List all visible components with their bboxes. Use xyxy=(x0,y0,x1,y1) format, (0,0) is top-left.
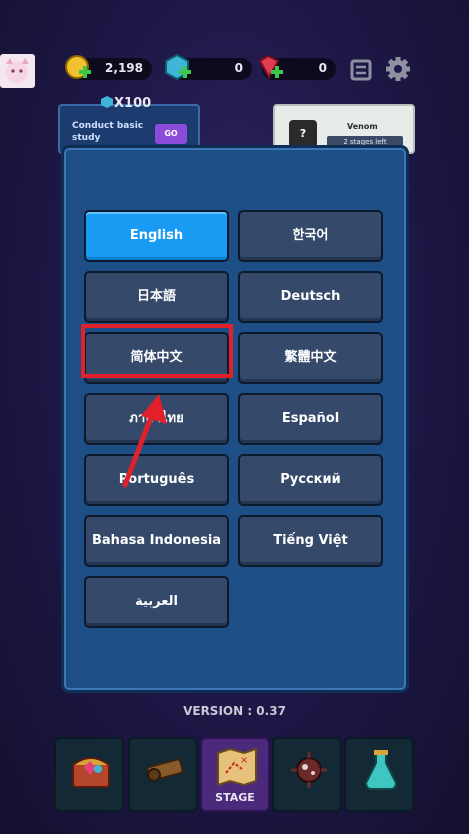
svg-text:×: × xyxy=(240,755,248,766)
coin-counter: 2,198 xyxy=(65,55,152,80)
telescope-icon xyxy=(146,758,184,782)
quest-reward: X100 xyxy=(100,95,151,111)
map-icon: × xyxy=(217,747,257,787)
language-option-vietnamese[interactable]: Tiếng Việt xyxy=(238,515,383,567)
language-option-japanese[interactable]: 日本語 xyxy=(84,271,229,323)
gem-counter: 0 xyxy=(165,53,252,81)
gem-value: 0 xyxy=(234,61,243,75)
ruby-icon xyxy=(258,54,283,80)
ruby-value: 0 xyxy=(318,61,327,75)
potion-icon xyxy=(364,750,398,790)
language-option-russian[interactable]: Русский xyxy=(238,454,383,506)
language-option-spanish[interactable]: Español xyxy=(238,393,383,445)
quest-go-button[interactable]: GO xyxy=(155,124,187,144)
nav-equipment[interactable] xyxy=(128,737,198,812)
nav-shop[interactable] xyxy=(54,737,124,812)
boss-name: Venom xyxy=(347,122,378,131)
language-option-german[interactable]: Deutsch xyxy=(238,271,383,323)
version-label: VERSION : 0.37 xyxy=(183,704,286,718)
nav-stage[interactable]: × STAGE xyxy=(200,737,270,812)
menu-icon[interactable] xyxy=(349,58,373,82)
gem-icon xyxy=(101,96,113,108)
virus-icon xyxy=(291,752,327,788)
nav-lab[interactable] xyxy=(344,737,414,812)
quest-reward-value: X100 xyxy=(114,96,152,111)
unknown-boss-icon: ? xyxy=(289,120,317,148)
language-option-indonesian[interactable]: Bahasa Indonesia xyxy=(84,515,229,567)
ruby-counter: 0 xyxy=(258,54,336,80)
red-arrow-icon xyxy=(122,394,167,488)
chest-icon xyxy=(72,757,110,788)
nav-virus[interactable] xyxy=(272,737,342,812)
language-modal: English 한국어 日本語 Deutsch 简体中文 繁體中文 ภาษาไท… xyxy=(61,145,409,693)
language-option-traditional-chinese[interactable]: 繁體中文 xyxy=(238,332,383,384)
coin-value: 2,198 xyxy=(105,61,143,75)
nav-stage-label: STAGE xyxy=(215,791,255,804)
language-option-korean[interactable]: 한국어 xyxy=(238,210,383,262)
language-option-english[interactable]: English xyxy=(84,210,229,262)
coin-icon xyxy=(65,55,91,79)
avatar-icon xyxy=(6,58,29,83)
player-avatar[interactable] xyxy=(0,54,35,88)
gem-icon xyxy=(165,53,191,81)
language-option-arabic[interactable]: العربية xyxy=(84,576,229,628)
gear-icon[interactable] xyxy=(384,55,412,83)
quest-text: Conduct basic study xyxy=(72,121,144,143)
highlight-box xyxy=(81,324,233,378)
